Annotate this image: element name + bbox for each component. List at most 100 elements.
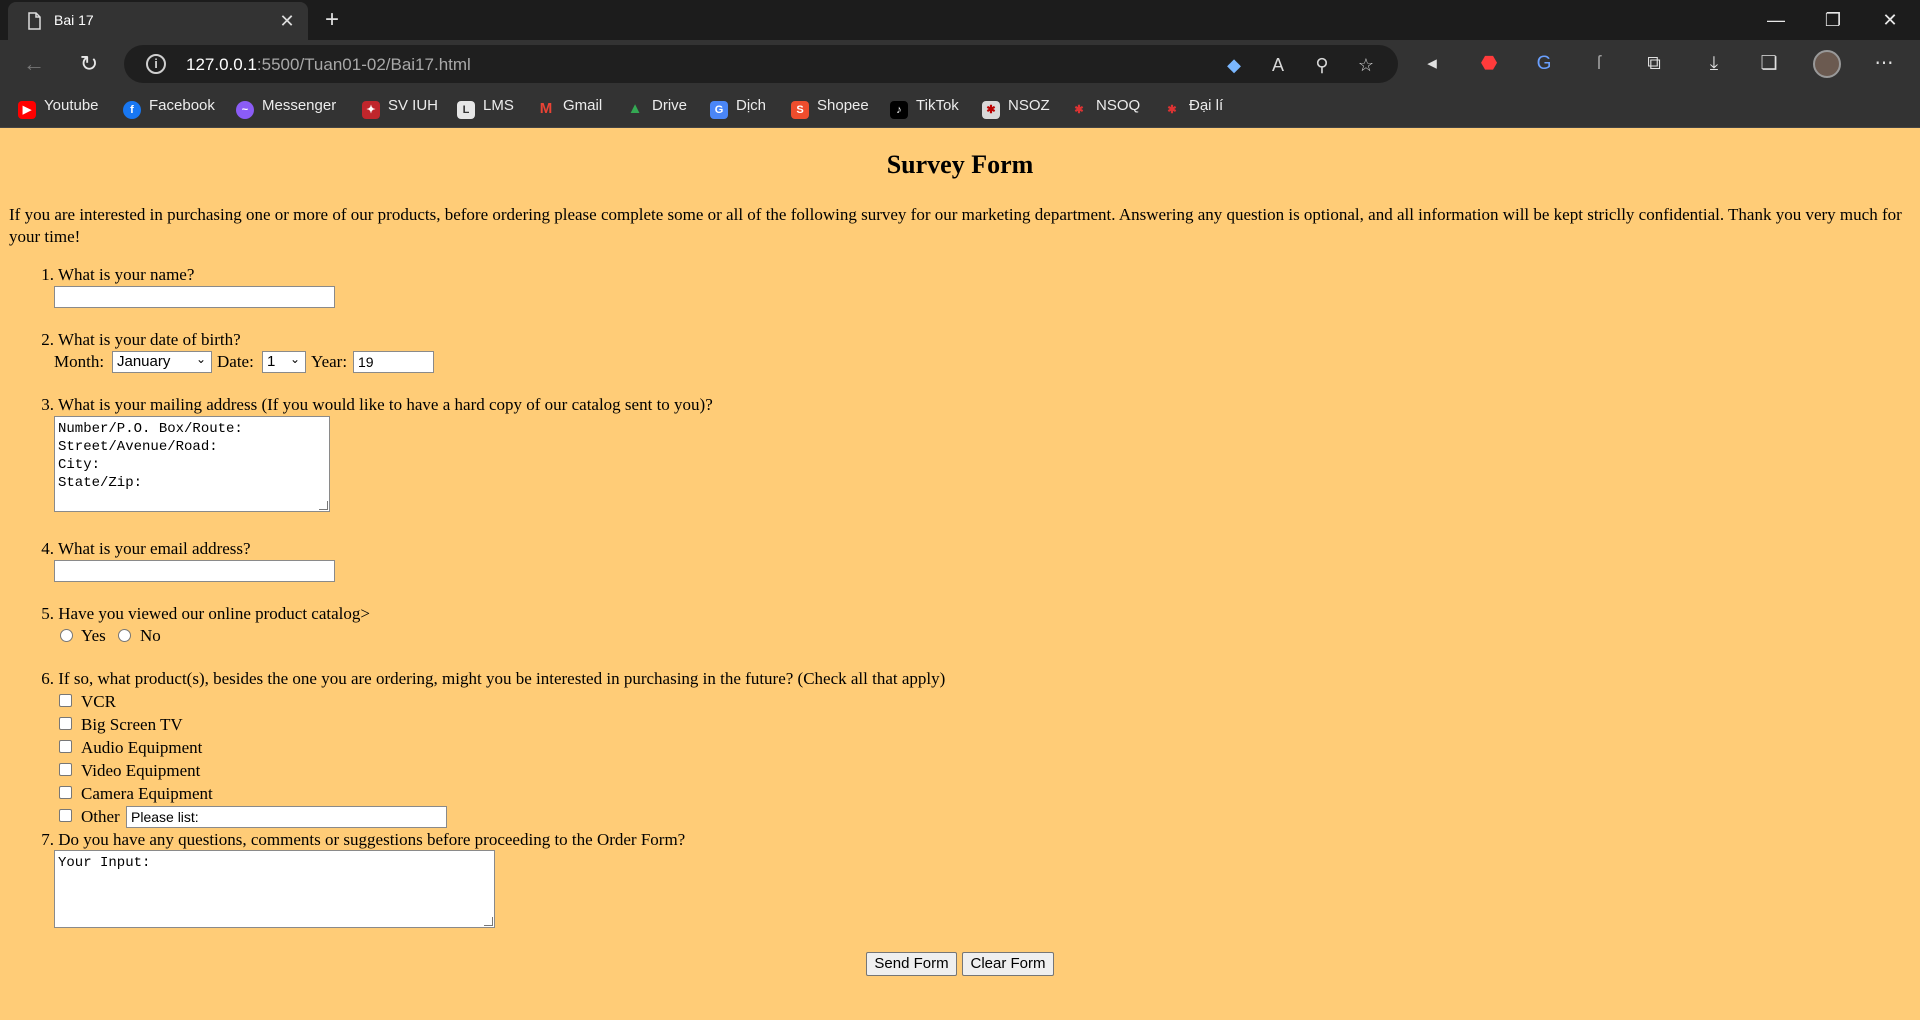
adblock-icon[interactable]: ⬣ xyxy=(1476,51,1502,77)
big-screen-tv-checkbox[interactable] xyxy=(59,717,72,730)
zoom-out-icon[interactable]: ⚲ xyxy=(1310,53,1334,77)
bookmarks-bar: ▶ Youtube f Facebook ~ Messenger ✦ SV IUH LL… xyxy=(0,88,1920,128)
profile-avatar[interactable] xyxy=(1813,50,1841,78)
download-icon[interactable]: ⤓ xyxy=(1701,51,1727,77)
vcr-label: VCR xyxy=(81,692,116,711)
bookmark-label: SV IUH xyxy=(388,97,439,114)
question-text: What is your email address? xyxy=(57,539,251,558)
year-input[interactable]: 19 xyxy=(353,351,434,373)
bookmark-dai-li[interactable]: ✱ Đại lí xyxy=(1163,97,1223,119)
question-number: 1. xyxy=(41,265,54,284)
bookmark-tiktok[interactable]: ♪ TikTok xyxy=(890,97,959,119)
browser-chrome: Bai 17 ✕ + — ❐ ✕ ← ↻ i 127.0.0.1:5500/Tu… xyxy=(0,0,1920,128)
email-input[interactable] xyxy=(54,560,335,582)
video-equipment-checkbox[interactable] xyxy=(59,763,72,776)
camera-equipment-checkbox[interactable] xyxy=(59,786,72,799)
tab-strip: Bai 17 ✕ + — ❐ ✕ xyxy=(0,0,1920,40)
vcr-checkbox[interactable] xyxy=(59,694,72,707)
resize-grip-icon[interactable] xyxy=(319,501,328,510)
iuh-icon: ✦ xyxy=(362,101,380,119)
name-input[interactable] xyxy=(54,286,335,308)
dai-li-icon: ✱ xyxy=(1167,104,1177,116)
camera-equipment-label: Camera Equipment xyxy=(81,784,213,803)
question-1: 1. What is your name? xyxy=(36,265,194,285)
catalog-yes-radio[interactable] xyxy=(60,629,73,642)
bookmark-gmail[interactable]: M Gmail xyxy=(537,97,602,119)
collections-icon[interactable]: ❏ xyxy=(1756,51,1782,77)
restore-icon[interactable]: ❐ xyxy=(1805,0,1861,40)
tiktok-icon: ♪ xyxy=(890,101,908,119)
catalog-no-radio[interactable] xyxy=(118,629,131,642)
minimize-icon[interactable]: — xyxy=(1748,0,1804,40)
audio-equipment-checkbox[interactable] xyxy=(59,740,72,753)
bookmark-label: Đại lí xyxy=(1189,97,1224,114)
bookmark-label: NSOZ xyxy=(1008,97,1050,114)
bookmark-label: Messenger xyxy=(262,97,337,114)
question-6: 6. If so, what product(s), besides the o… xyxy=(36,669,945,689)
bookmark-label: Drive xyxy=(652,97,688,114)
other-label: Other xyxy=(81,807,120,826)
bookmark-dich[interactable]: G Dịch xyxy=(710,97,766,119)
bookmark-lms[interactable]: L LMS xyxy=(457,97,514,119)
comments-value: Your Input: xyxy=(58,855,151,871)
read-aloud-icon[interactable]: A xyxy=(1266,53,1290,77)
close-tab-icon[interactable]: ✕ xyxy=(276,10,298,32)
big-screen-tv-label: Big Screen TV xyxy=(81,715,183,734)
translate-bookmark-icon: G xyxy=(710,101,728,119)
nsoq-icon: ✱ xyxy=(1074,104,1084,116)
back-icon[interactable]: ← xyxy=(18,48,50,80)
tag-icon[interactable]: ◆ xyxy=(1222,53,1246,77)
youtube-icon: ▶ xyxy=(18,101,36,119)
favorite-add-icon[interactable]: ☆ xyxy=(1354,53,1378,77)
bookmark-drive[interactable]: ▲ Drive xyxy=(626,97,687,119)
tab-title: Bai 17 xyxy=(54,12,94,28)
chevron-down-icon: ⌄ xyxy=(195,352,206,366)
clear-form-button[interactable]: Clear Form xyxy=(962,952,1054,976)
month-value: January xyxy=(117,353,171,370)
extension-f-icon[interactable]: ſ xyxy=(1586,51,1612,77)
bookmark-shopee[interactable]: S Shopee xyxy=(791,97,869,119)
resize-grip-icon[interactable] xyxy=(484,917,493,926)
bookmark-youtube[interactable]: ▶ Youtube xyxy=(18,97,99,119)
comments-textarea[interactable]: Your Input: xyxy=(54,850,495,928)
bookmark-label: Dịch xyxy=(736,97,767,114)
page-title: Survey Form xyxy=(886,150,1034,179)
address-value: Number/P.O. Box/Route: Street/Avenue/Roa… xyxy=(58,421,243,491)
translate-icon[interactable]: G xyxy=(1531,51,1557,77)
no-label: No xyxy=(140,626,161,645)
question-number: 7. xyxy=(41,830,54,849)
question-number: 4. xyxy=(41,539,54,558)
more-menu-icon[interactable]: ⋯ xyxy=(1871,51,1897,77)
bookmark-nsoq[interactable]: ✱ NSOQ xyxy=(1070,97,1140,119)
extensions-icon[interactable]: ⧉ xyxy=(1641,51,1667,77)
send-form-button[interactable]: Send Form xyxy=(866,952,957,976)
question-text: What is your date of birth? xyxy=(57,330,241,349)
bookmark-facebook[interactable]: f Facebook xyxy=(123,97,215,119)
question-4: 4. What is your email address? xyxy=(36,539,251,559)
bookmark-label: Gmail xyxy=(563,97,603,114)
question-2: 2. What is your date of birth? xyxy=(36,330,241,350)
survey-page: Survey Form If you are interested in pur… xyxy=(0,128,1920,1020)
facebook-icon: f xyxy=(123,101,141,119)
year-label: Year: xyxy=(311,352,348,371)
url-host: 127.0.0.1 xyxy=(186,55,257,74)
refresh-icon[interactable]: ↻ xyxy=(73,48,105,80)
question-text: If so, what product(s), besides the one … xyxy=(58,669,946,688)
date-select[interactable]: 1 ⌄ xyxy=(262,351,306,373)
bookmark-sv-iuh[interactable]: ✦ SV IUH xyxy=(362,97,438,119)
new-tab-icon[interactable]: + xyxy=(318,6,346,34)
drive-icon: ▲ xyxy=(627,100,643,117)
other-products-input[interactable]: Please list: xyxy=(126,806,447,828)
close-window-icon[interactable]: ✕ xyxy=(1862,0,1918,40)
address-textarea[interactable]: Number/P.O. Box/Route: Street/Avenue/Roa… xyxy=(54,416,330,512)
bookmark-messenger[interactable]: ~ Messenger xyxy=(236,97,336,119)
bookmark-nsoz[interactable]: ✱ NSOZ xyxy=(982,97,1050,119)
bookmark-label: Shopee xyxy=(817,97,869,114)
speaker-icon[interactable]: ◂ xyxy=(1419,51,1445,77)
month-select[interactable]: January ⌄ xyxy=(112,351,212,373)
info-icon[interactable]: i xyxy=(146,54,166,74)
browser-tab[interactable]: Bai 17 ✕ xyxy=(8,2,308,40)
yes-label: Yes xyxy=(81,626,106,645)
address-bar[interactable]: i 127.0.0.1:5500/Tuan01-02/Bai17.html ◆ … xyxy=(124,45,1398,83)
other-checkbox[interactable] xyxy=(59,809,72,822)
